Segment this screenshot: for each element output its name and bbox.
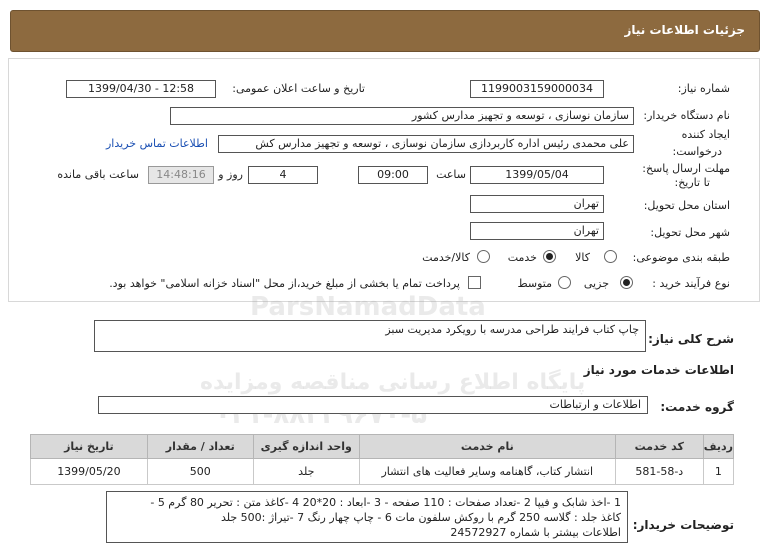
category-both-label: کالا/خدمت (422, 251, 470, 264)
deadline-time-field: 09:00 (358, 166, 428, 184)
province-field: تهران (470, 195, 604, 213)
cell-date: 1399/05/20 (30, 458, 148, 485)
services-table: ردیف کد خدمت نام خدمت واحد اندازه گیری ت… (30, 434, 735, 485)
col-code-header: کد خدمت (614, 434, 704, 459)
city-label: شهر محل تحویل: (650, 226, 730, 239)
col-name-header: نام خدمت (358, 434, 616, 459)
buyer-notes-box: 1 -اخذ شابک و فیپا 2 -تعداد صفحات : 110 … (106, 491, 628, 543)
remaining-time-field: 14:48:16 (148, 166, 214, 184)
buyer-contact-link[interactable]: اطلاعات تماس خریدار (106, 137, 208, 150)
days-label: روز و (218, 168, 243, 181)
cell-code: د-58-581 (614, 458, 704, 485)
page-title: جزئیات اطلاعات نیاز (624, 23, 745, 37)
deadline-date-field: 1399/05/04 (470, 166, 604, 184)
creator-field: علی محمدی رئیس اداره کاربردازی سازمان نو… (218, 135, 634, 153)
buyer-notes-line-3: اطلاعات بیشتر با شماره 24572927 (450, 526, 621, 539)
buyer-notes-label: توضیحات خریدار: (632, 518, 734, 532)
days-field: 4 (248, 166, 318, 184)
process-minor-radio[interactable] (620, 276, 633, 289)
process-minor-label: جزیی (583, 277, 609, 290)
category-both-radio[interactable] (477, 250, 490, 263)
service-group-box: اطلاعات و ارتباطات (98, 396, 648, 414)
col-qty-header: تعداد / مقدار (146, 434, 254, 459)
announce-field: 1399/04/30 - 12:58 (66, 80, 216, 98)
city-field: تهران (470, 222, 604, 240)
need-number-label: شماره نیاز: (677, 82, 730, 95)
service-group-label: گروه خدمت: (660, 400, 734, 414)
col-row-header: ردیف (702, 434, 735, 459)
process-medium-radio[interactable] (558, 276, 571, 289)
cell-qty: 500 (146, 458, 254, 485)
category-service-label: خدمت (507, 251, 537, 264)
category-goods-label: کالا (575, 251, 590, 264)
category-service-radio[interactable] (543, 250, 556, 263)
col-date-header: تاریخ نیاز (30, 434, 148, 459)
services-info-title: اطلاعات خدمات مورد نیاز (583, 363, 734, 377)
process-medium-label: متوسط (517, 277, 552, 290)
table-header-row: ردیف کد خدمت نام خدمت واحد اندازه گیری ت… (30, 434, 735, 459)
remaining-label: ساعت باقی مانده (57, 168, 139, 181)
cell-unit: جلد (252, 458, 360, 485)
service-group-value: اطلاعات و ارتباطات (549, 398, 641, 411)
payment-note: پرداخت تمام یا بخشی از مبلغ خرید،از محل … (109, 277, 460, 290)
announce-label: تاریخ و ساعت اعلان عمومی: (232, 82, 365, 95)
deadline-label: مهلت ارسال پاسخ: (642, 162, 730, 175)
header-bar: جزئیات اطلاعات نیاز (10, 10, 760, 52)
creator-label: ایجاد کننده (681, 128, 730, 141)
cell-name: انتشار کتاب، گاهنامه وسایر فعالیت های ان… (358, 458, 616, 485)
summary-text: چاپ کتاب فرایند طراحی مدرسه با رویکرد مد… (385, 323, 639, 336)
buyer-notes-line-2: کاغذ جلد : گلاسه 250 گرم با روکش سلفون م… (220, 511, 621, 524)
category-goods-radio[interactable] (604, 250, 617, 263)
summary-label: شرح کلی نیاز: (648, 332, 734, 346)
deadline-label-2: تا تاریخ: (674, 176, 710, 189)
buyer-org-label: نام دستگاه خریدار: (643, 109, 730, 122)
need-number-field: 1199003159000034 (470, 80, 604, 98)
table-row: 1 د-58-581 انتشار کتاب، گاهنامه وسایر فع… (30, 458, 735, 485)
category-label: طبقه بندی موضوعی: (632, 251, 730, 264)
cell-row: 1 (702, 458, 735, 485)
treasury-payment-checkbox[interactable] (468, 276, 481, 289)
province-label: استان محل تحویل: (643, 199, 730, 212)
watermark-line-3: پایگاه اطلاع رسانی مناقصه ومزایده (200, 370, 586, 395)
creator-label-2: درخواست: (672, 145, 722, 158)
summary-box: چاپ کتاب فرایند طراحی مدرسه با رویکرد مد… (94, 320, 646, 352)
time-label: ساعت (436, 168, 466, 181)
buyer-notes-line-1: 1 -اخذ شابک و فیپا 2 -تعداد صفحات : 110 … (150, 496, 621, 509)
process-label: نوع فرآیند خرید : (652, 277, 730, 290)
col-unit-header: واحد اندازه گیری (252, 434, 360, 459)
buyer-org-field: سازمان نوسازی ، توسعه و تجهیز مدارس کشور (170, 107, 634, 125)
